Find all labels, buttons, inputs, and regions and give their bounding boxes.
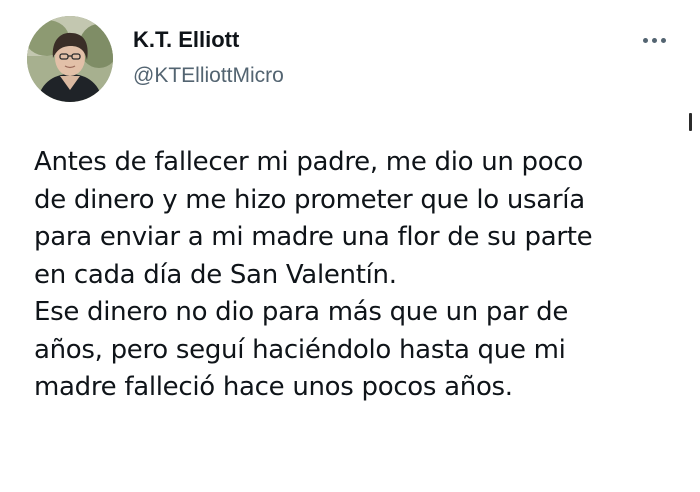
avatar[interactable] (27, 16, 113, 102)
more-horizontal-icon (642, 37, 648, 43)
tweet-text-line: de dinero y me hizo prometer que lo usar… (34, 184, 585, 215)
tweet-text-line: madre falleció hace unos pocos años. (34, 372, 513, 402)
tweet-text-line: para enviar a mi madre una flor de su pa… (34, 222, 593, 252)
author-handle[interactable]: @KTElliottMicro (133, 62, 284, 90)
tweet-text-line: Ese dinero no dio para más que un par de (34, 297, 569, 327)
author-display-name[interactable]: K.T. Elliott (133, 26, 239, 54)
tweet-text-line: años, pero seguí haciéndolo hasta que mi (34, 334, 566, 365)
more-horizontal-icon (660, 37, 666, 43)
more-options-button[interactable] (636, 28, 672, 52)
tweet-card: K.T. Elliott @KTElliottMicro Antes de fa… (0, 0, 700, 492)
avatar-photo (27, 16, 113, 102)
tweet-text: Antes de fallecer mi padre, me dio un po… (34, 144, 684, 407)
more-horizontal-icon (651, 37, 657, 43)
tweet-text-line: en cada día de San Valentín. (34, 259, 397, 290)
tweet-text-line: Antes de fallecer mi padre, me dio un po… (34, 147, 583, 177)
scrollbar-thumb[interactable] (689, 113, 692, 131)
